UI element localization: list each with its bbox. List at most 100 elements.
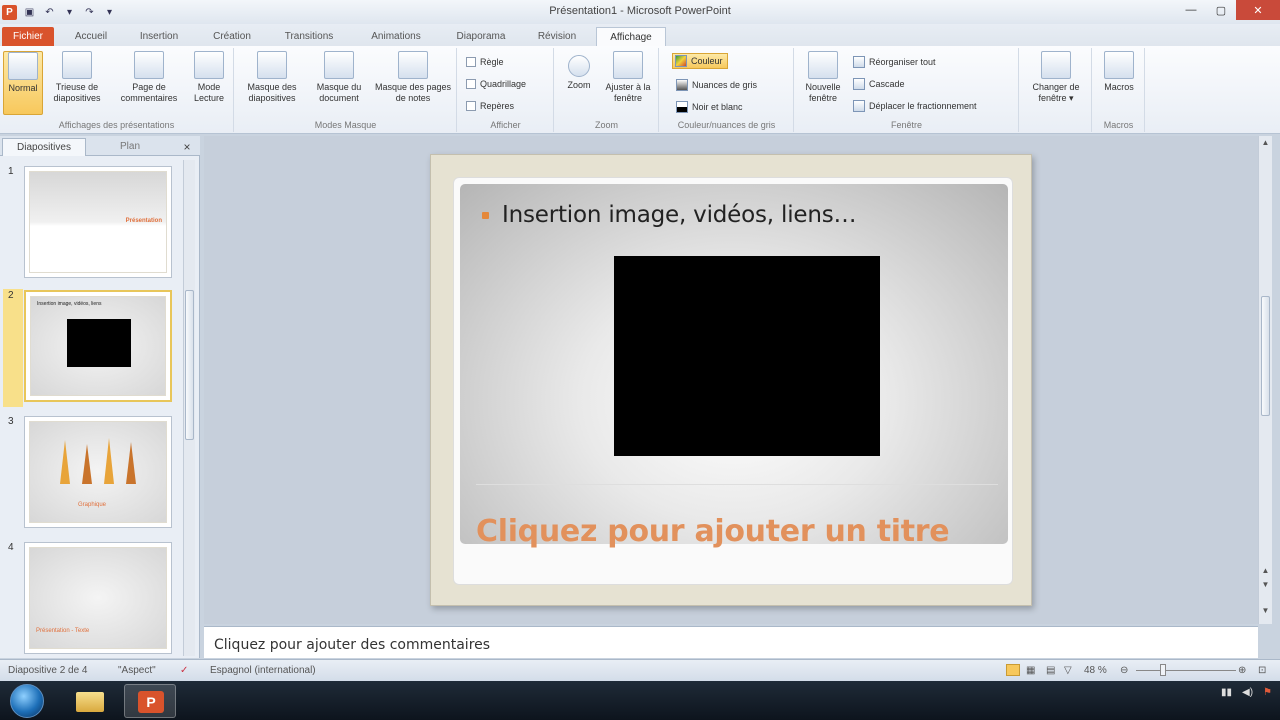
notes-placeholder[interactable]: Cliquez pour ajouter des commentaires [214, 637, 490, 653]
notes-pane[interactable]: Cliquez pour ajouter des commentaires [204, 626, 1258, 658]
slide-edit-area: Insertion image, vidéos, liens… Cliquez … [204, 136, 1258, 624]
tab-outline[interactable]: Plan [90, 138, 170, 156]
macros-icon [1104, 51, 1134, 79]
maximize-button[interactable]: ▢ [1206, 0, 1236, 20]
scroll-up-icon[interactable]: ▲ [1260, 138, 1271, 147]
arrange-all-button[interactable]: Réorganiser tout [853, 54, 936, 70]
minimize-button[interactable]: — [1176, 0, 1206, 20]
language[interactable]: Espagnol (international) [210, 665, 316, 676]
zoom-level[interactable]: 48 % [1084, 665, 1107, 676]
tab-file[interactable]: Fichier [2, 27, 54, 46]
slide-master-icon [257, 51, 287, 79]
cascade-button[interactable]: Cascade [853, 76, 905, 92]
zoom-label: Zoom [567, 80, 591, 90]
tab-design[interactable]: Création [200, 27, 264, 46]
reading-view-icon [194, 51, 224, 79]
slide-title-placeholder[interactable]: Cliquez pour ajouter un titre [476, 514, 950, 549]
new-window-button[interactable]: Nouvelle fenêtre [799, 51, 847, 104]
switch-windows-icon [1041, 51, 1071, 79]
tab-home[interactable]: Accueil [64, 27, 118, 46]
fit-window-label: Ajuster à la fenêtre [605, 82, 651, 103]
zoom-slider-thumb[interactable] [1160, 664, 1166, 676]
move-split-button[interactable]: Déplacer le fractionnement [853, 98, 977, 114]
thumb-title: Présentation [125, 218, 162, 224]
guides-checkbox[interactable]: Repères [466, 98, 514, 114]
slide-bullet-text[interactable]: Insertion image, vidéos, liens… [502, 202, 857, 228]
title-divider [476, 484, 998, 485]
tab-transitions[interactable]: Transitions [272, 27, 346, 46]
slide-info: Diapositive 2 de 4 [8, 665, 88, 676]
thumb-cone [126, 442, 136, 484]
black-white-button[interactable]: Noir et blanc [676, 99, 743, 115]
main-scrollbar[interactable]: ▲ ▲ ▼ ▼ [1258, 136, 1272, 624]
slides-pane-scrollbar[interactable] [183, 160, 195, 656]
color-button[interactable]: Couleur [672, 53, 728, 69]
zoom-in-icon[interactable]: ⊕ [1238, 665, 1246, 676]
prev-slide-icon[interactable]: ▲ [1260, 566, 1271, 575]
thumb-title: Insertion image, vidéos, liens [37, 301, 102, 307]
grayscale-icon [676, 79, 688, 91]
zoom-out-icon[interactable]: ⊖ [1120, 665, 1128, 676]
fit-slide-icon[interactable]: ⊡ [1258, 665, 1266, 676]
zoom-button[interactable]: Zoom [559, 51, 599, 91]
slideshow-icon[interactable]: ▽ [1064, 665, 1072, 676]
group-label: Zoom [594, 120, 618, 130]
grayscale-button[interactable]: Nuances de gris [676, 77, 757, 93]
explorer-taskbar-button[interactable] [64, 684, 116, 718]
slide-canvas[interactable]: Insertion image, vidéos, liens… Cliquez … [430, 154, 1032, 606]
powerpoint-taskbar-button[interactable]: P [124, 684, 176, 718]
group-master-views: Masque des diapositives Masque du docume… [235, 48, 457, 132]
start-button[interactable] [10, 684, 44, 718]
scrollbar-thumb[interactable] [1261, 296, 1270, 416]
normal-view-icon[interactable] [1006, 664, 1020, 676]
folder-icon [76, 692, 104, 712]
handout-master-button[interactable]: Masque du document [307, 51, 371, 104]
video-placeholder[interactable] [614, 256, 880, 456]
slide-sorter-icon[interactable]: ▦ [1026, 665, 1035, 676]
scroll-down-icon[interactable]: ▼ [1260, 606, 1271, 615]
macros-button[interactable]: Macros [1097, 51, 1141, 93]
gridlines-checkbox[interactable]: Quadrillage [466, 76, 526, 92]
tab-insert[interactable]: Insertion [126, 27, 192, 46]
tab-view[interactable]: Affichage [596, 27, 666, 46]
notes-master-button[interactable]: Masque des pages de notes [371, 51, 455, 104]
macros-label: Macros [1104, 82, 1134, 92]
volume-icon[interactable]: ◀) [1242, 687, 1253, 698]
notes-master-icon [398, 51, 428, 79]
reading-view-icon[interactable]: ▤ [1046, 665, 1055, 676]
tab-animations[interactable]: Animations [356, 27, 436, 46]
close-pane-icon[interactable]: × [180, 138, 194, 156]
cascade-label: Cascade [869, 79, 905, 89]
switch-windows-button[interactable]: Changer de fenêtre ▾ [1024, 51, 1088, 104]
action-center-icon[interactable]: ⚑ [1263, 687, 1272, 698]
group-label: Macros [1103, 120, 1134, 130]
reading-view-label: Mode Lecture [193, 82, 225, 103]
slide-master-button[interactable]: Masque des diapositives [237, 51, 307, 104]
ruler-checkbox[interactable]: Règle [466, 54, 504, 70]
scrollbar-thumb[interactable] [185, 290, 194, 440]
thumb-title: Présentation - Texte [36, 628, 90, 634]
fit-to-window-button[interactable]: Ajuster à la fenêtre [601, 51, 655, 104]
group-zoom: Zoom Ajuster à la fenêtre Zoom [555, 48, 659, 132]
slide-sorter-label: Trieuse de diapositives [53, 82, 101, 103]
windows-taskbar: P ▮▮ ◀) ⚑ [0, 681, 1280, 720]
reading-view-button[interactable]: Mode Lecture [188, 51, 230, 104]
ribbon-tab-bar: Fichier Accueil Insertion Création Trans… [0, 24, 1280, 46]
tab-slides[interactable]: Diapositives [2, 138, 86, 156]
group-show: Règle Quadrillage Repères Afficher [458, 48, 554, 132]
tab-slideshow[interactable]: Diaporama [444, 27, 518, 46]
close-button[interactable]: ✕ [1236, 0, 1280, 20]
network-icon[interactable]: ▮▮ [1221, 687, 1232, 698]
black-white-icon [676, 101, 688, 113]
next-slide-icon[interactable]: ▼ [1260, 580, 1271, 589]
normal-view-label: Normal [8, 83, 38, 93]
slide-sorter-button[interactable]: Trieuse de diapositives [46, 51, 108, 104]
thumb-frame: Insertion image, vidéos, liens [24, 290, 172, 402]
fit-window-icon [613, 51, 643, 79]
normal-view-button[interactable]: Normal [3, 51, 43, 115]
notes-page-button[interactable]: Page de commentaires [112, 51, 186, 104]
pane-tabs: Diapositives Plan × [0, 136, 200, 156]
tab-review[interactable]: Révision [526, 27, 588, 46]
spellcheck-icon[interactable]: ✓ [180, 665, 188, 676]
zoom-slider-track[interactable] [1136, 670, 1236, 671]
